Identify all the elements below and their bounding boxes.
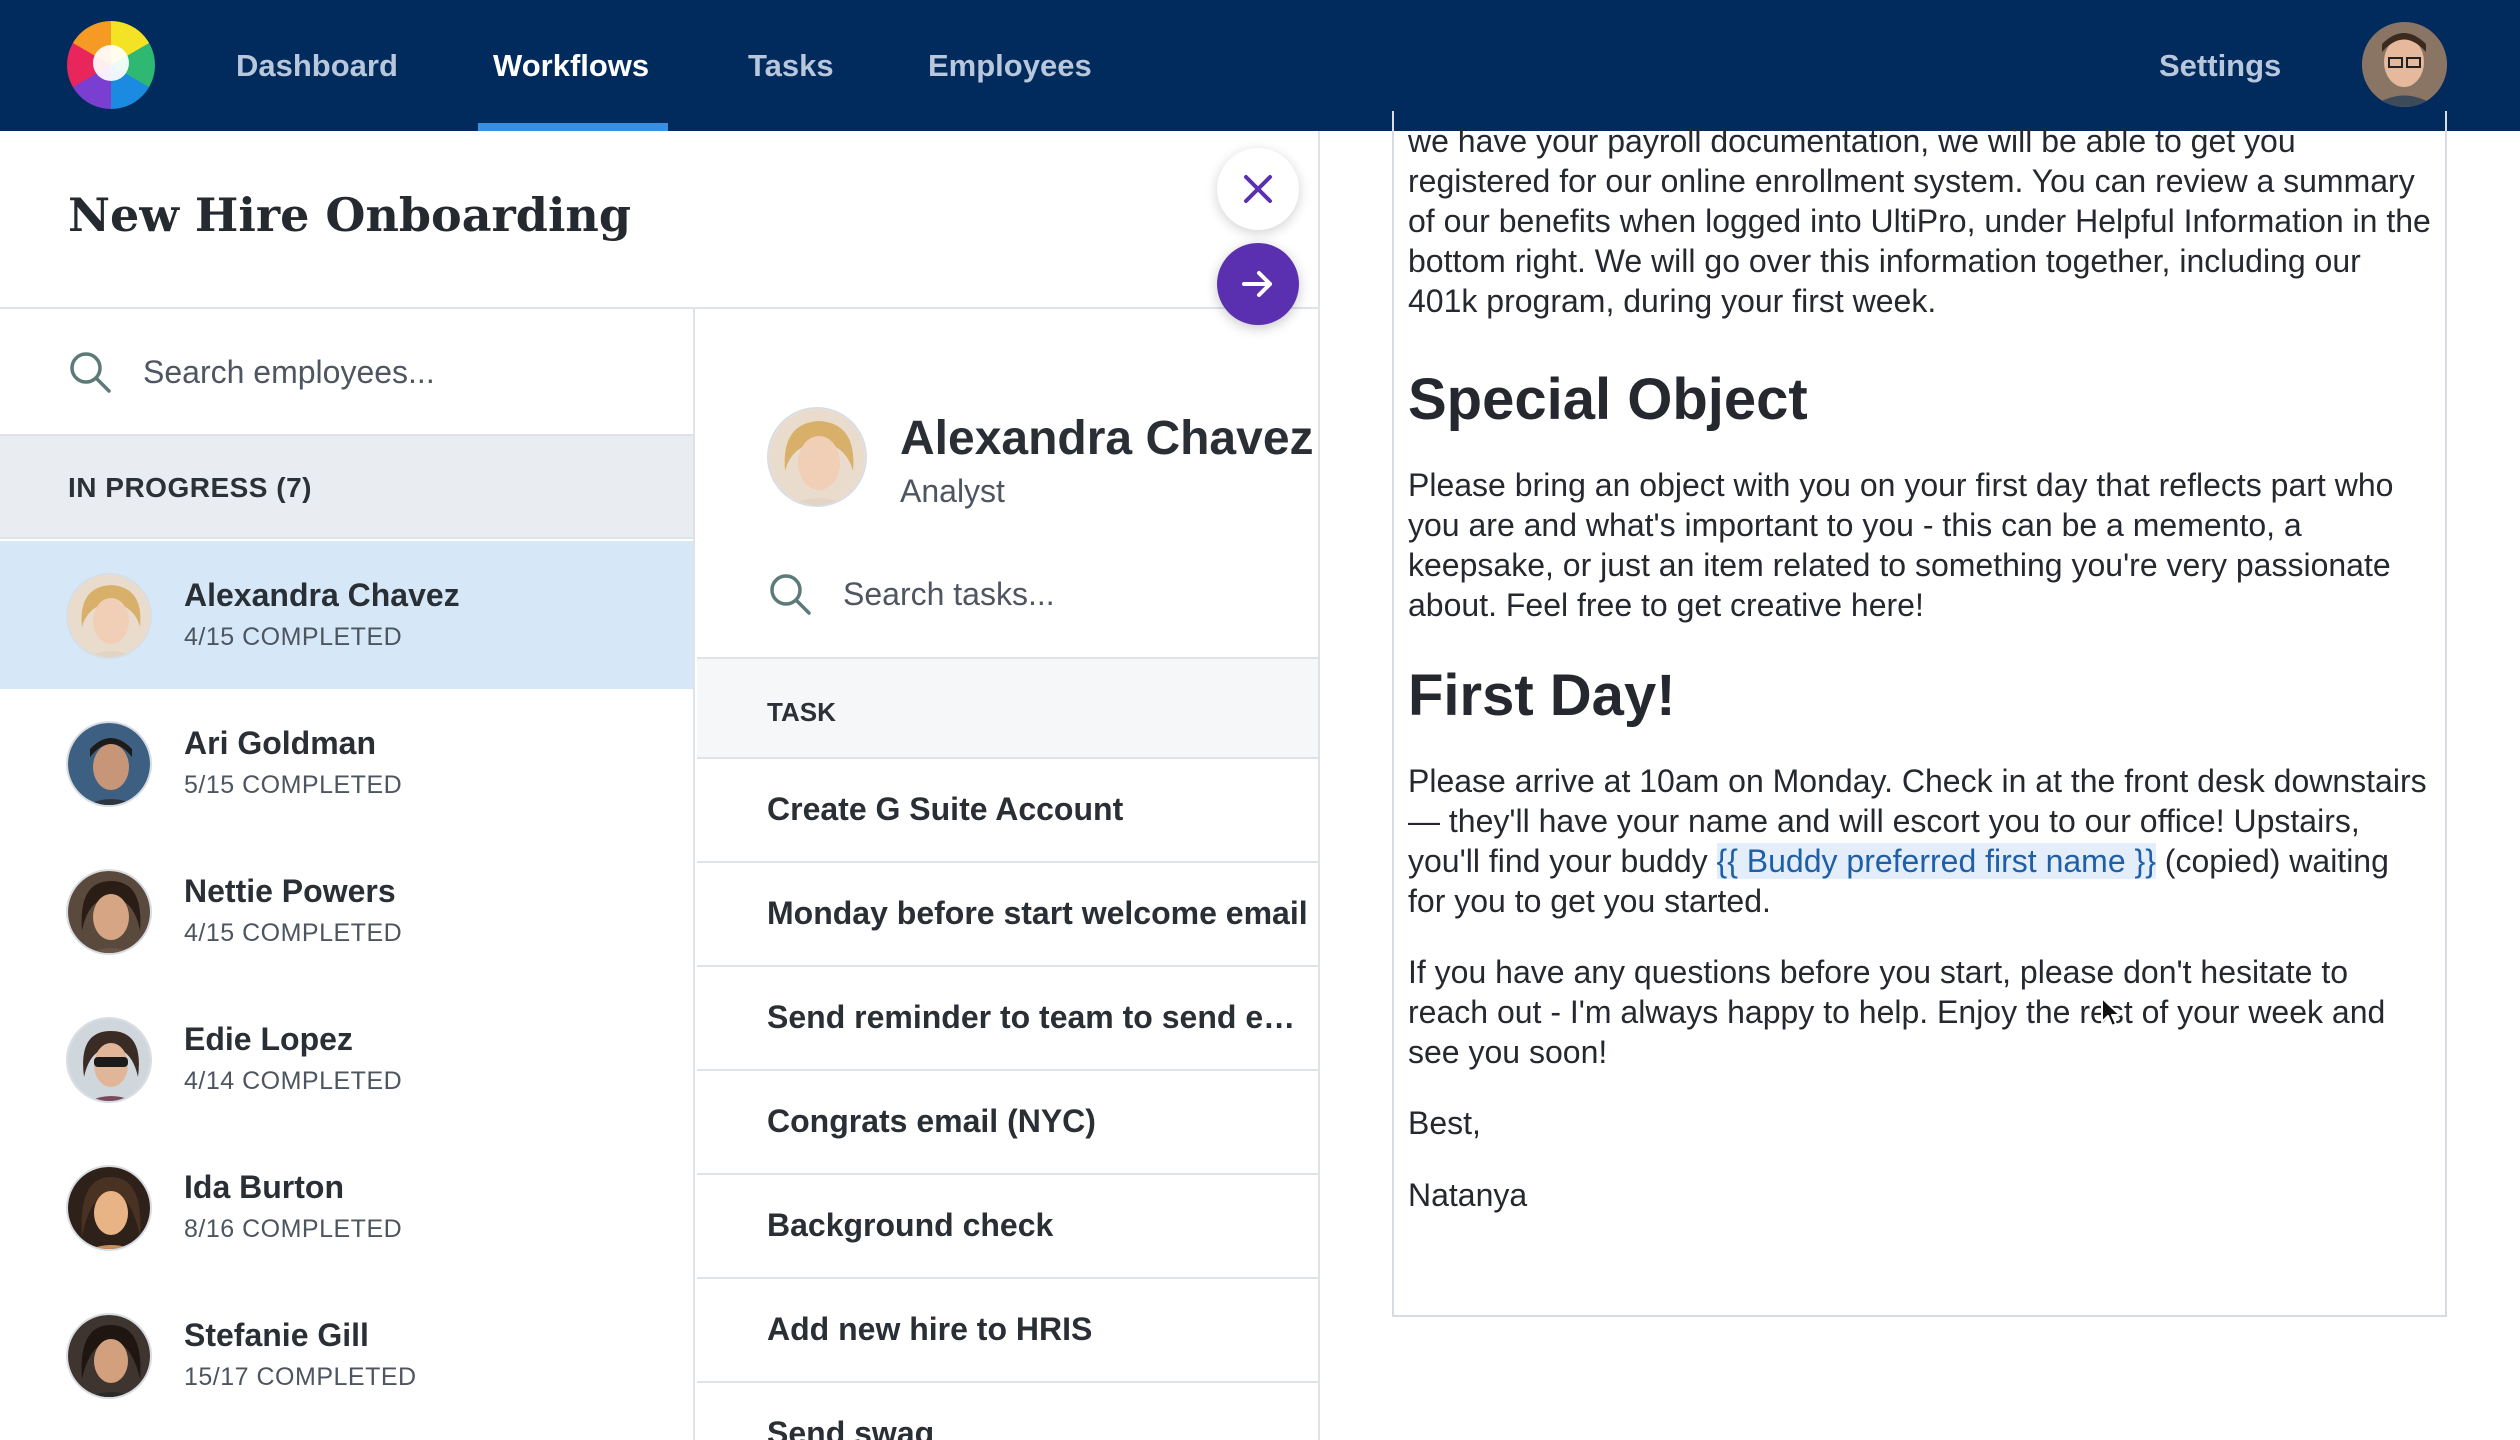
- group-header-in-progress[interactable]: IN PROGRESS (7): [0, 436, 693, 539]
- employee-progress: 15/17 COMPLETED: [184, 1363, 417, 1391]
- doc-paragraph-benefits: we have your payroll documentation, we w…: [1408, 123, 2431, 319]
- task-search-input[interactable]: [843, 571, 1303, 617]
- employee-row[interactable]: Stefanie Gill 15/17 COMPLETED: [0, 1281, 693, 1429]
- employee-name: Edie Lopez: [184, 1021, 353, 1057]
- task-label: Add new hire to HRIS: [767, 1311, 1093, 1347]
- doc-paragraph-questions: If you have any questions before you sta…: [1408, 954, 2386, 1070]
- task-label: Create G Suite Account: [767, 791, 1124, 827]
- employee-search-bar: [0, 309, 693, 436]
- employee-progress: 4/15 COMPLETED: [184, 623, 403, 651]
- task-column-header: TASK: [697, 657, 1318, 759]
- task-row[interactable]: Monday before start welcome email: [697, 863, 1318, 967]
- task-label: Send reminder to team to send enc...: [767, 999, 1312, 1035]
- avatar: [66, 1165, 152, 1251]
- avatar: [66, 1313, 152, 1399]
- employee-name: Stefanie Gill: [184, 1317, 369, 1353]
- avatar: [66, 869, 152, 955]
- employee-search-input[interactable]: [143, 349, 663, 395]
- doc-paragraph-special-object: Please bring an object with you on your …: [1408, 467, 2394, 623]
- task-label: Send swag: [767, 1415, 935, 1440]
- task-row[interactable]: Add new hire to HRIS: [697, 1279, 1318, 1383]
- employee-name: Alexandra Chavez: [184, 577, 460, 613]
- doc-signature: Natanya: [1408, 1177, 1528, 1213]
- search-icon: [770, 574, 811, 615]
- group-label: IN PROGRESS (7): [68, 472, 312, 503]
- employee-name: Ida Burton: [184, 1169, 344, 1205]
- employee-row[interactable]: Nettie Powers 4/15 COMPLETED: [0, 837, 693, 985]
- employee-list-panel: IN PROGRESS (7) Alexandra Chavez 4/15 CO…: [0, 309, 695, 1440]
- employee-row[interactable]: Ari Goldman 5/15 COMPLETED: [0, 689, 693, 837]
- avatar: [66, 1017, 152, 1103]
- employee-row[interactable]: Ida Burton 8/16 COMPLETED: [0, 1133, 693, 1281]
- user-avatar[interactable]: [2362, 22, 2447, 107]
- profile-role: Analyst: [900, 473, 1005, 509]
- employee-progress: 4/14 COMPLETED: [184, 1067, 403, 1095]
- search-icon: [70, 352, 111, 393]
- page-title: New Hire Onboarding: [68, 188, 632, 242]
- app-logo-icon[interactable]: [67, 21, 155, 109]
- task-header-label: TASK: [767, 697, 836, 727]
- close-icon: [1244, 175, 1272, 203]
- employee-row[interactable]: Alexandra Chavez 4/15 COMPLETED: [0, 541, 693, 689]
- employee-name: Nettie Powers: [184, 873, 396, 909]
- profile-name: Alexandra Chavez: [900, 412, 1314, 465]
- close-button[interactable]: [1217, 148, 1299, 230]
- avatar: [66, 573, 152, 659]
- task-label: Background check: [767, 1207, 1054, 1243]
- next-button[interactable]: [1217, 243, 1299, 325]
- mouse-pointer-icon: [2101, 997, 2121, 1027]
- employee-name: Ari Goldman: [184, 725, 377, 761]
- task-label: Congrats email (NYC): [767, 1103, 1096, 1139]
- task-detail-panel: we have your payroll documentation, we w…: [1318, 111, 2520, 1440]
- nav-item-workflows[interactable]: Workflows: [493, 0, 649, 131]
- employee-progress: 8/16 COMPLETED: [184, 1215, 403, 1243]
- email-template-editor[interactable]: we have your payroll documentation, we w…: [1392, 111, 2447, 1317]
- nav-active-indicator: [478, 123, 668, 131]
- employee-progress: 4/15 COMPLETED: [184, 919, 403, 947]
- avatar: [66, 721, 152, 807]
- employee-progress: 5/15 COMPLETED: [184, 771, 403, 799]
- profile-avatar: [767, 407, 867, 507]
- task-label: Monday before start welcome email: [767, 895, 1308, 931]
- task-row[interactable]: Send reminder to team to send enc...: [697, 967, 1318, 1071]
- task-row[interactable]: Congrats email (NYC): [697, 1071, 1318, 1175]
- doc-heading-first-day: First Day!: [1408, 663, 1676, 728]
- task-row[interactable]: Create G Suite Account: [697, 759, 1318, 863]
- task-list-panel: Alexandra Chavez Analyst TASK Create G S…: [697, 309, 1318, 1440]
- doc-heading-special-object: Special Object: [1408, 367, 1808, 432]
- nav-item-tasks[interactable]: Tasks: [748, 0, 834, 131]
- task-row[interactable]: Send swag: [697, 1383, 1318, 1440]
- task-row[interactable]: Background check: [697, 1175, 1318, 1279]
- employee-row[interactable]: Edie Lopez 4/14 COMPLETED: [0, 985, 693, 1133]
- doc-signoff: Best,: [1408, 1105, 1481, 1141]
- nav-item-employees[interactable]: Employees: [928, 0, 1092, 131]
- doc-paragraph-first-day: Please arrive at 10am on Monday. Check i…: [1408, 761, 2431, 921]
- arrow-right-icon: [1242, 271, 1272, 297]
- nav-item-dashboard[interactable]: Dashboard: [236, 0, 398, 131]
- template-variable-buddy-name[interactable]: {{ Buddy preferred first name }}: [1716, 843, 2156, 879]
